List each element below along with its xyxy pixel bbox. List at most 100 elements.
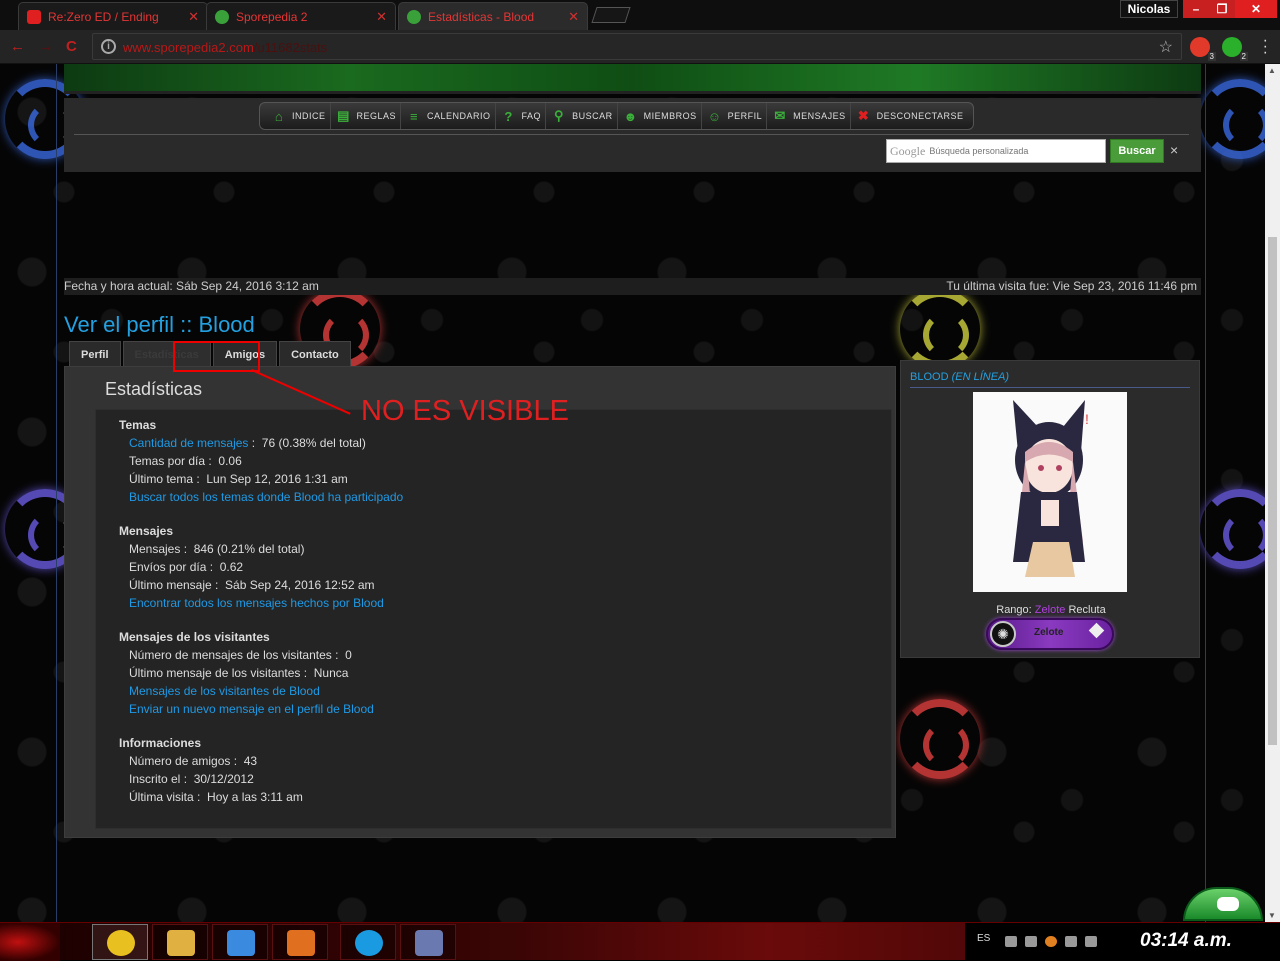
nav-calendario[interactable]: ≡ CALENDARIO — [401, 103, 496, 129]
send-visitor-message-link[interactable]: Enviar un nuevo mensaje en el perfil de … — [129, 702, 374, 716]
stat-value: 846 (0.21% del total) — [193, 542, 305, 556]
mail-icon: ✉ — [774, 108, 786, 123]
forward-button[interactable]: → — [38, 38, 53, 55]
stat-label: Temas por día — [129, 454, 206, 468]
nav-buscar[interactable]: ⚲ BUSCAR — [546, 103, 618, 129]
network-icon[interactable] — [1065, 936, 1077, 947]
stat-row: Temas por día : 0.06 — [129, 454, 242, 468]
stat-row: Encontrar todos los mensajes hechos por … — [119, 594, 384, 612]
search-input[interactable] — [929, 146, 1090, 156]
chat-bubble-icon — [1217, 897, 1239, 911]
nav-reglas[interactable]: ▤ REGLAS — [331, 103, 402, 129]
tray-arrow-icon[interactable] — [1005, 936, 1017, 947]
volume-icon[interactable] — [1085, 936, 1097, 947]
swirl-decoration — [1200, 79, 1265, 159]
tab-perfil[interactable]: Perfil — [69, 341, 121, 368]
stat-label: Último mensaje de los visitantes — [129, 666, 301, 680]
rank-suffix: Recluta — [1068, 604, 1106, 616]
stat-value: Lun Sep 12, 2016 1:31 am — [206, 472, 348, 486]
address-toolbar: ← → C i www.sporepedia2.com/u11682stats … — [0, 30, 1280, 64]
bookmark-star-icon[interactable]: ☆ — [1159, 37, 1173, 57]
scroll-up-arrow[interactable]: ▲ — [1268, 66, 1276, 75]
close-icon[interactable]: × — [1170, 142, 1178, 158]
visitor-messages-link[interactable]: Mensajes de los visitantes de Blood — [129, 684, 320, 698]
username[interactable]: BLOOD — [910, 371, 949, 383]
taskbar-file-explorer[interactable] — [152, 924, 208, 960]
search-topics-link[interactable]: Buscar todos los temas donde Blood ha pa… — [129, 490, 403, 504]
nav-faq[interactable]: ? FAQ — [496, 103, 547, 129]
reload-button[interactable]: C — [66, 38, 77, 55]
close-window-button[interactable]: ✕ — [1235, 0, 1277, 18]
back-button[interactable]: ← — [10, 38, 25, 55]
taskbar-microphone[interactable] — [272, 924, 328, 960]
maximize-button[interactable]: ❐ — [1209, 0, 1235, 18]
media-player-icon — [227, 930, 255, 956]
visitantes-block: Mensajes de los visitantes Número de men… — [119, 628, 374, 718]
stat-value: 0.62 — [219, 560, 244, 574]
language-indicator[interactable]: ES — [977, 933, 990, 944]
stat-row: Última visita : Hoy a las 3:11 am — [129, 790, 303, 804]
stat-row: Número de mensajes de los visitantes : 0 — [129, 648, 352, 662]
tray-app-icon[interactable] — [1045, 936, 1057, 947]
stat-value: 0.06 — [218, 454, 242, 468]
site-banner — [64, 64, 1201, 94]
date-bar: Fecha y hora actual: Sáb Sep 24, 2016 3:… — [64, 278, 1201, 295]
taskbar-media-player[interactable] — [212, 924, 268, 960]
browser-menu-icon[interactable]: · · · — [1263, 33, 1268, 61]
start-button[interactable] — [0, 923, 60, 961]
close-icon[interactable]: ✕ — [568, 9, 579, 25]
avatar: ! — [973, 392, 1127, 592]
taskbar-app[interactable] — [400, 924, 456, 960]
close-icon[interactable]: ✕ — [188, 9, 199, 25]
stat-value: Nunca — [313, 666, 349, 680]
flag-icon[interactable] — [1025, 936, 1037, 947]
stat-row: Enviar un nuevo mensaje en el perfil de … — [119, 700, 374, 718]
page-viewport: ⌂ INDICE ▤ REGLAS ≡ CALENDARIO? FAQ ⚲ BUSCAR ☻ MIE… — [0, 64, 1265, 922]
google-search-box[interactable]: Google — [886, 139, 1106, 163]
extension-icon[interactable]: 2 — [1222, 37, 1248, 61]
taskbar-skype[interactable] — [340, 924, 396, 960]
nav-perfil[interactable]: ☺ PERFIL — [702, 103, 768, 129]
nav-label: INDICE — [292, 111, 326, 121]
nav-desconectarse[interactable]: ✖ DESCONECTARSE — [851, 103, 968, 129]
topics-count-link[interactable]: Cantidad de mensajes — [129, 436, 248, 450]
info-icon[interactable]: i — [101, 39, 116, 54]
stat-label: Mensajes — [129, 542, 181, 556]
rank-badge: ✺ Zelote — [986, 618, 1114, 650]
tab-estadisticas[interactable]: Estadísticas - Blood ✕ — [398, 2, 588, 30]
stat-value: Sáb Sep 24, 2016 12:52 am — [225, 578, 375, 592]
tab-rezero[interactable]: Re:Zero ED / Ending ✕ — [18, 2, 208, 30]
new-tab-button[interactable] — [591, 7, 631, 23]
scroll-down-arrow[interactable]: ▼ — [1268, 911, 1276, 920]
app-icon — [415, 930, 443, 956]
nav-mensajes[interactable]: ✉ MENSAJES — [767, 103, 851, 129]
clock[interactable]: 03:14 a.m. — [1140, 930, 1232, 952]
tab-contacto[interactable]: Contacto — [279, 341, 351, 368]
tab-sporepedia[interactable]: Sporepedia 2 ✕ — [206, 2, 396, 30]
profile-button[interactable]: Nicolas — [1120, 0, 1178, 18]
stat-row: Mensajes de los visitantes de Blood — [119, 682, 374, 700]
vertical-scrollbar[interactable]: ▲ ▼ — [1265, 64, 1280, 922]
nav-label: FAQ — [521, 111, 542, 121]
section-heading: Estadísticas — [105, 379, 203, 399]
stat-row: Último tema : Lun Sep 12, 2016 1:31 am — [129, 472, 348, 486]
nav-label: MENSAJES — [793, 111, 846, 121]
nav-label: BUSCAR — [572, 111, 613, 121]
nav-miembros[interactable]: ☻ MIEMBROS — [618, 103, 702, 129]
nav-label: PERFIL — [727, 111, 763, 121]
search-button[interactable]: Buscar — [1110, 139, 1164, 163]
scrollbar-thumb[interactable] — [1268, 237, 1277, 745]
extension-icon[interactable]: 3 — [1190, 37, 1216, 61]
nav-indice[interactable]: ⌂ INDICE — [266, 103, 331, 129]
site-header: ⌂ INDICE ▤ REGLAS ≡ CALENDARIO? FAQ ⚲ BUSCAR ☻ MIE… — [64, 98, 1201, 172]
find-posts-link[interactable]: Encontrar todos los mensajes hechos por … — [129, 596, 384, 610]
close-icon[interactable]: ✕ — [376, 9, 387, 25]
current-date: Fecha y hora actual: Sáb Sep 24, 2016 3:… — [64, 279, 319, 293]
logout-icon: ✖ — [857, 108, 870, 123]
taskbar-chrome[interactable] — [92, 924, 148, 960]
stat-row: Buscar todos los temas donde Blood ha pa… — [119, 488, 403, 506]
stats-content: Temas Cantidad de mensajes : 76 (0.38% d… — [95, 409, 892, 829]
minimize-button[interactable]: – — [1183, 0, 1209, 18]
avatar-illustration: ! — [973, 392, 1127, 592]
url-bar[interactable]: i www.sporepedia2.com/u11682stats ☆ — [92, 33, 1182, 60]
